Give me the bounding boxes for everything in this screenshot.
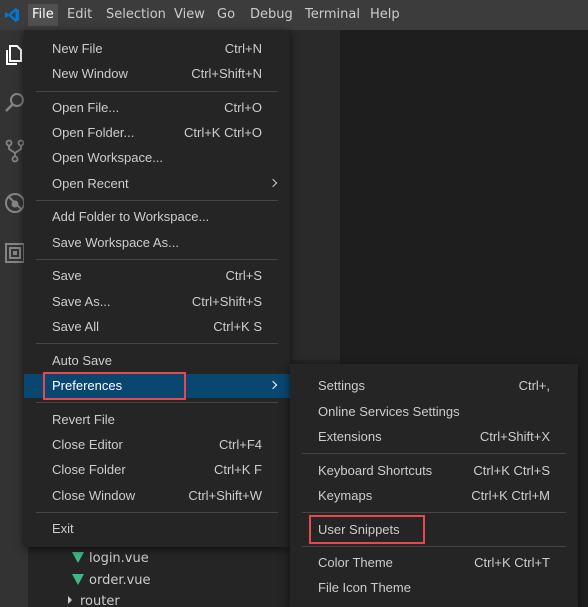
menu-item-open-workspace[interactable]: Open Workspace...	[24, 146, 290, 170]
menu-item-open-file[interactable]: Open File... Ctrl+O	[24, 96, 290, 120]
menu-separator	[36, 343, 278, 344]
tree-item-router[interactable]: router	[68, 592, 120, 607]
menu-item-keymaps[interactable]: Keymaps Ctrl+K Ctrl+M	[290, 484, 578, 508]
menu-separator	[36, 91, 278, 92]
menu-separator	[302, 546, 566, 547]
menu-item-keyboard-shortcuts[interactable]: Keyboard Shortcuts Ctrl+K Ctrl+S	[290, 459, 578, 483]
chevron-right-icon	[268, 380, 278, 390]
menu-item-close-folder[interactable]: Close Folder Ctrl+K F	[24, 458, 290, 482]
menu-item-close-editor[interactable]: Close Editor Ctrl+F4	[24, 433, 290, 457]
menu-item-color-theme[interactable]: Color Theme Ctrl+K Ctrl+T	[290, 551, 578, 575]
tree-item-label: router	[80, 594, 120, 607]
file-menu: New File Ctrl+N New Window Ctrl+Shift+N Op…	[24, 30, 290, 547]
menu-item-save-workspace-as[interactable]: Save Workspace As...	[24, 231, 290, 255]
menu-item-auto-save[interactable]: Auto Save	[24, 349, 290, 373]
menu-view[interactable]: View	[170, 4, 209, 26]
menu-item-new-window[interactable]: New Window Ctrl+Shift+N	[24, 62, 290, 86]
menu-file[interactable]: File	[28, 4, 58, 26]
menu-selection[interactable]: Selection	[102, 4, 170, 26]
menu-item-save-as[interactable]: Save As... Ctrl+Shift+S	[24, 290, 290, 314]
tree-item-label: login.vue	[89, 551, 149, 566]
menu-terminal[interactable]: Terminal	[301, 4, 364, 26]
menu-separator	[36, 200, 278, 201]
menu-item-new-file[interactable]: New File Ctrl+N	[24, 37, 290, 61]
editor-tab-strip	[290, 30, 340, 360]
vue-file-icon	[72, 552, 84, 563]
menu-item-exit[interactable]: Exit	[24, 517, 290, 541]
menu-go[interactable]: Go	[213, 4, 239, 26]
menu-item-close-window[interactable]: Close Window Ctrl+Shift+W	[24, 484, 290, 508]
menu-help[interactable]: Help	[366, 4, 404, 26]
chevron-right-icon	[68, 596, 72, 604]
menu-separator	[36, 259, 278, 260]
tree-item-login-vue[interactable]: login.vue	[72, 549, 149, 569]
menu-separator	[36, 402, 278, 403]
menu-separator	[36, 512, 278, 513]
preferences-highlight-box	[43, 372, 186, 400]
menu-item-online-services-settings[interactable]: Online Services Settings	[290, 400, 578, 424]
vscode-logo-icon	[0, 0, 24, 30]
user-snippets-highlight-box	[309, 515, 425, 544]
menu-item-open-recent[interactable]: Open Recent	[24, 172, 290, 196]
vue-file-icon	[72, 574, 84, 585]
menu-edit[interactable]: Edit	[63, 4, 96, 26]
menu-separator	[302, 512, 566, 513]
chevron-right-icon	[268, 178, 278, 188]
menu-item-revert-file[interactable]: Revert File	[24, 408, 290, 432]
menu-bar: File Edit Selection View Go Debug Termin…	[0, 0, 588, 30]
preferences-submenu: Settings Ctrl+, Online Services Settings …	[290, 364, 578, 607]
menu-item-save-all[interactable]: Save All Ctrl+K S	[24, 315, 290, 339]
menu-item-add-folder-to-workspace[interactable]: Add Folder to Workspace...	[24, 205, 290, 229]
tree-item-order-vue[interactable]: order.vue	[72, 571, 151, 591]
menu-debug[interactable]: Debug	[246, 4, 297, 26]
menu-item-file-icon-theme[interactable]: File Icon Theme	[290, 576, 578, 600]
menu-item-open-folder[interactable]: Open Folder... Ctrl+K Ctrl+O	[24, 121, 290, 145]
tree-item-label: order.vue	[89, 573, 151, 588]
menu-item-settings[interactable]: Settings Ctrl+,	[290, 374, 578, 398]
menu-item-save[interactable]: Save Ctrl+S	[24, 264, 290, 288]
menu-item-extensions[interactable]: Extensions Ctrl+Shift+X	[290, 425, 578, 449]
menu-separator	[302, 453, 566, 454]
